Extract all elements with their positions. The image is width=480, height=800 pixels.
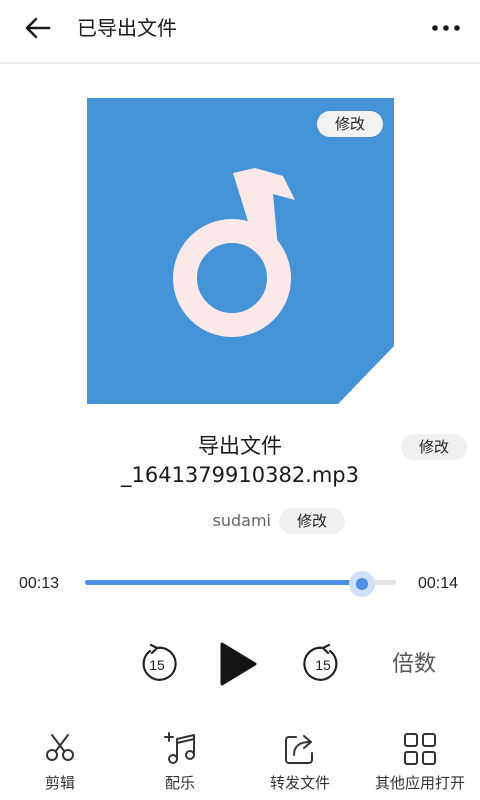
tool-label: 剪辑 xyxy=(44,774,75,792)
share-icon xyxy=(285,735,313,764)
more-horizontal-icon xyxy=(432,25,460,31)
cover-edit-button[interactable]: 修改 xyxy=(317,111,383,137)
forward-15-button[interactable]: 15 xyxy=(303,643,343,684)
artist-name: sudami xyxy=(212,511,271,530)
music-add-icon xyxy=(164,732,195,764)
more-options-button[interactable] xyxy=(428,16,464,40)
play-icon xyxy=(220,642,257,686)
app-header: 已导出文件 xyxy=(0,0,480,64)
rewind-icon: 15 xyxy=(142,643,177,681)
tool-edit-button[interactable]: 剪辑 xyxy=(0,725,120,800)
file-name-line2: _1641379910382.mp3 xyxy=(120,463,359,487)
file-name: 导出文件 _1641379910382.mp3 xyxy=(110,432,370,490)
tool-label: 转发文件 xyxy=(269,774,330,792)
tool-label: 配乐 xyxy=(164,774,195,792)
back-button[interactable] xyxy=(22,14,54,42)
playback-speed-button[interactable]: 倍数 xyxy=(392,650,436,680)
artist-edit-button[interactable]: 修改 xyxy=(279,508,345,534)
tool-label: 其他应用打开 xyxy=(374,774,465,792)
arrow-left-icon xyxy=(25,17,51,39)
tool-music-button[interactable]: 配乐 xyxy=(120,725,240,800)
current-time: 00:13 xyxy=(19,575,60,592)
progress-fill xyxy=(85,580,362,585)
scissors-icon xyxy=(46,734,74,761)
total-time: 00:14 xyxy=(418,575,459,592)
rewind-seconds: 15 xyxy=(149,657,165,673)
file-name-line1: 导出文件 xyxy=(198,434,282,458)
tool-share-button[interactable]: 转发文件 xyxy=(240,725,360,800)
play-button[interactable] xyxy=(216,641,258,687)
rewind-15-button[interactable]: 15 xyxy=(137,643,177,684)
progress-thumb[interactable] xyxy=(348,571,375,597)
apps-grid-icon xyxy=(404,733,436,765)
cover-art[interactable] xyxy=(87,98,394,404)
page-title: 已导出文件 xyxy=(77,16,177,40)
forward-seconds: 15 xyxy=(315,657,331,673)
tool-open-with-button[interactable]: 其他应用打开 xyxy=(360,725,480,800)
file-name-edit-button[interactable]: 修改 xyxy=(401,434,467,460)
forward-icon: 15 xyxy=(303,643,338,681)
bottom-toolbar: 剪辑 配乐 转发文件 其他应用打开 xyxy=(0,725,480,800)
